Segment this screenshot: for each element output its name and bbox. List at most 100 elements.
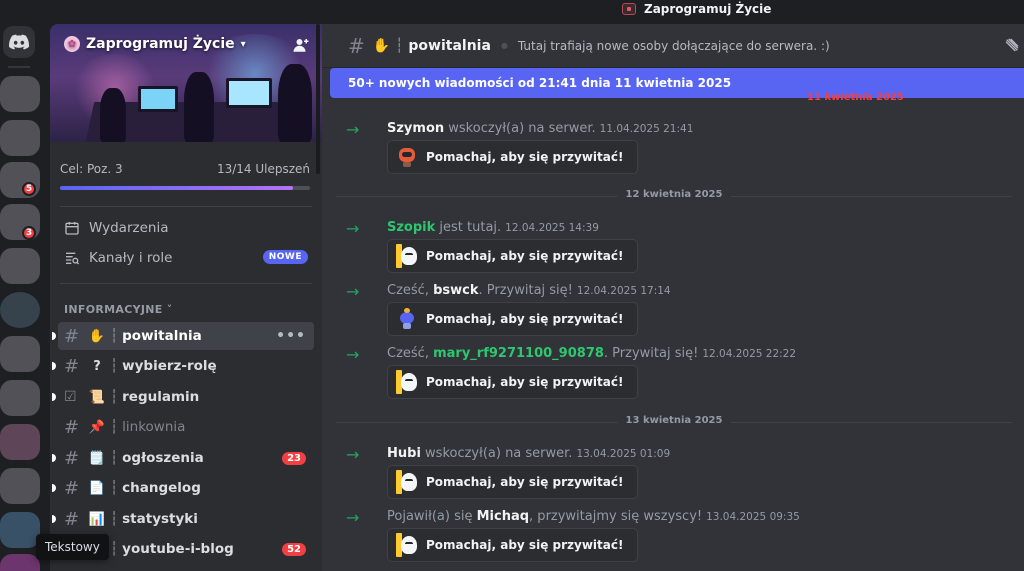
sidebar-scrollbar[interactable] [316, 24, 320, 174]
hashtag-icon: # [64, 447, 80, 469]
wave-button[interactable]: Pomachaj, aby się przywitać! [387, 465, 639, 499]
mention-badge: 5 [22, 182, 36, 196]
rail-separator [8, 66, 30, 68]
message-suffix: jest tutaj. [435, 220, 502, 235]
message-prefix: Cześć, [387, 283, 434, 298]
wave-sticker-icon [396, 470, 418, 494]
message-text: Szymon wskoczył(a) na serwer. 11.04.2025 … [387, 121, 693, 136]
threads-icon[interactable] [1004, 36, 1020, 54]
channel-header-separator: ┆ [395, 37, 404, 54]
unread-indicator [52, 484, 56, 492]
mention-count-badge: 52 [282, 542, 306, 556]
channel-item-wybierz-role[interactable]: # ? ┆ wybierz-rolę [52, 352, 314, 380]
message-text: Cześć, mary_rf9271100_90878. Przywitaj s… [387, 346, 796, 361]
boost-progress-info[interactable]: Cel: Poz. 3 13/14 Ulepszeń [60, 162, 310, 176]
server-icon[interactable] [0, 120, 40, 156]
server-logo-icon: ✿ [64, 36, 80, 52]
join-arrow-icon: → [346, 219, 360, 238]
hashtag-icon: # [64, 355, 80, 377]
boost-progress-fill [60, 186, 293, 190]
more-options-icon[interactable]: ••• [276, 328, 306, 344]
message-prefix: Cześć, [387, 346, 434, 361]
channel-header-title: powitalnia [408, 37, 491, 54]
server-name-header[interactable]: ✿ Zaprogramuj Życie ▾ [64, 36, 246, 52]
hashtag-icon: # [64, 416, 80, 438]
message-text: Pojawił(a) się Michaq, przywitajmy się w… [387, 509, 800, 524]
channels-roles-link[interactable]: Kanały i role [64, 250, 172, 266]
channel-name: ogłoszenia [122, 450, 204, 466]
date-separator-label: 13 kwietnia 2025 [617, 415, 731, 426]
events-label: Wydarzenia [89, 220, 169, 236]
server-icon[interactable] [0, 424, 40, 460]
username[interactable]: bswck [433, 283, 478, 298]
wave-button[interactable]: Pomachaj, aby się przywitać! [387, 365, 639, 399]
wave-button[interactable]: Pomachaj, aby się przywitać! [387, 239, 639, 273]
server-icon[interactable] [0, 380, 40, 416]
message-suffix: , przywitajmy się wszyscy! [529, 509, 703, 524]
channel-item-powitalnia[interactable]: # ✋ ┆ powitalnia ••• [52, 322, 314, 350]
channel-topic[interactable]: Tutaj trafiają nowe osoby dołączające do… [518, 39, 830, 53]
server-rail: 5 3 [0, 24, 50, 571]
username[interactable]: Szopik [387, 220, 435, 235]
boost-progress-bar [60, 186, 310, 190]
channel-item-ogloszenia[interactable]: # 🗒️ ┆ ogłoszenia 23 [52, 444, 314, 472]
wave-sticker-icon [396, 244, 418, 268]
channel-emoji: 📄 [88, 480, 106, 496]
chevron-down-icon: ˅ [166, 303, 173, 316]
channel-item-linkownia[interactable]: # 📌 ┆ linkownia [58, 413, 314, 441]
server-icon[interactable] [0, 76, 40, 112]
channel-header: # ✋ ┆ powitalnia ● Tutaj trafiają nowe o… [322, 24, 1024, 68]
server-icon[interactable] [0, 512, 40, 548]
timestamp: 13.04.2025 09:35 [706, 511, 800, 523]
channel-header-name: ✋ ┆ powitalnia [373, 38, 491, 54]
timestamp: 13.04.2025 01:09 [576, 448, 671, 460]
server-icon[interactable] [0, 468, 40, 504]
robot-sticker-icon [396, 308, 418, 330]
username[interactable]: Hubi [387, 446, 421, 461]
new-badge: NOWE [262, 250, 308, 264]
channel-emoji: 📌 [88, 419, 106, 435]
topic-divider: ● [500, 41, 508, 50]
wave-label: Pomachaj, aby się przywitać! [426, 475, 624, 489]
channel-item-regulamin[interactable]: ☑ 📜 ┆ regulamin [52, 383, 314, 411]
timestamp: 11.04.2025 21:41 [599, 123, 694, 135]
message-text: Szopik jest tutaj. 12.04.2025 14:39 [387, 220, 599, 235]
hashtag-icon: # [64, 325, 80, 347]
timestamp: 12.04.2025 22:22 [702, 348, 797, 360]
wave-button[interactable]: Pomachaj, aby się przywitać! [387, 528, 639, 562]
window-title-text: Zaprogramuj Życie [644, 2, 772, 16]
server-name: Zaprogramuj Życie [86, 36, 235, 52]
username[interactable]: Michaq [477, 509, 529, 524]
wave-button[interactable]: Pomachaj, aby się przywitać! [387, 140, 639, 174]
robot-sticker-icon [396, 146, 418, 168]
server-icon[interactable] [0, 554, 40, 571]
hashtag-icon: # [64, 477, 80, 499]
username[interactable]: Szymon [387, 121, 444, 136]
window-titlebar: Zaprogramuj Życie [0, 0, 1024, 24]
channel-emoji: ? [93, 358, 101, 374]
invite-user-icon[interactable] [292, 36, 310, 54]
new-messages-banner[interactable]: 50+ nowych wiadomości od 21:41 dnia 11 k… [330, 68, 1024, 98]
server-icon[interactable] [0, 292, 40, 328]
channel-item-changelog[interactable]: # 📄 ┆ changelog [52, 474, 314, 502]
server-icon[interactable] [0, 248, 40, 284]
channel-separator: ┆ [110, 389, 119, 405]
username[interactable]: mary_rf9271100_90878 [433, 346, 604, 361]
message-suffix: . Przywitaj się! [478, 283, 573, 298]
channel-separator: ┆ [110, 541, 119, 557]
message-suffix: wskoczył(a) na serwer. [444, 121, 596, 136]
server-icon[interactable] [0, 336, 40, 372]
category-header[interactable]: INFORMACYJNE ˅ [64, 303, 173, 316]
rules-checkbox-icon: ☑ [64, 389, 77, 405]
unread-indicator [52, 454, 56, 462]
channel-sidebar: ✿ Zaprogramuj Życie ▾ Cel: Poz. 3 13/14 … [50, 24, 322, 571]
wave-sticker-icon [396, 370, 418, 394]
channel-browse-icon [66, 252, 80, 265]
wave-button[interactable]: Pomachaj, aby się przywitać! [387, 302, 639, 336]
app-icon [622, 3, 636, 15]
discord-home-icon[interactable] [3, 26, 35, 58]
join-arrow-icon: → [346, 282, 360, 301]
channel-emoji: 🗒️ [88, 450, 106, 466]
events-link[interactable]: Wydarzenia [64, 220, 168, 236]
channel-item-statystyki[interactable]: # 📊 ┆ statystyki [52, 505, 314, 533]
